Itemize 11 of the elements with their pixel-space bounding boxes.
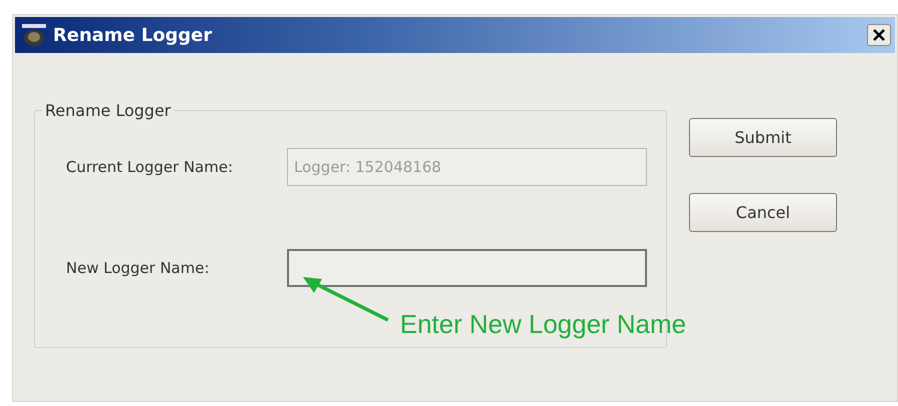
close-icon (872, 28, 886, 42)
field-label: New Logger Name: (66, 259, 210, 277)
field-label: Current Logger Name: (66, 158, 234, 176)
name-field[interactable] (287, 249, 647, 287)
dialog-button[interactable]: Submit (689, 118, 837, 157)
group-title: Rename Logger (44, 101, 172, 120)
close-button[interactable] (867, 24, 891, 46)
window-title: Rename Logger (53, 24, 213, 46)
dialog-button[interactable]: Cancel (689, 193, 837, 232)
annotation-text: Enter New Logger Name (400, 309, 686, 340)
app-icon (21, 23, 47, 47)
